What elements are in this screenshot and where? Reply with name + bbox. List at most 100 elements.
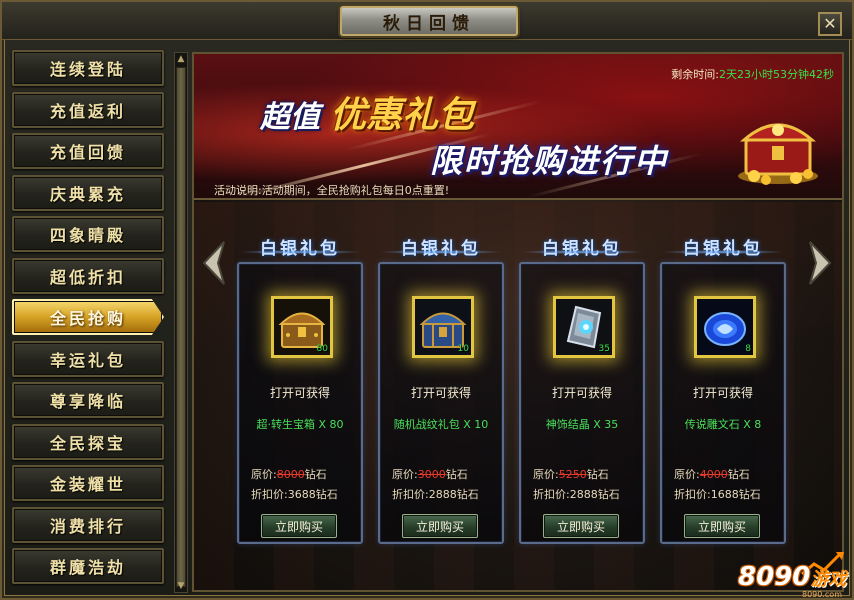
- next-page-arrow-icon[interactable]: [806, 240, 834, 286]
- sidebar-item-label: 庆典累充: [49, 184, 126, 204]
- sidebar-item-label: 消费排行: [49, 516, 126, 536]
- sidebar-item[interactable]: 超低折扣: [12, 257, 164, 294]
- original-price-unit: 钻石: [445, 468, 468, 481]
- sidebar-item[interactable]: 幸运礼包: [12, 340, 164, 377]
- sidebar-item-label: 连续登陆: [49, 60, 126, 79]
- reward-item-name: 随机战纹礼包 X 10: [393, 418, 489, 431]
- sidebar-item-label: 群魔浩劫: [49, 558, 126, 577]
- item-count: 8: [745, 344, 751, 354]
- event-window: 秋日回馈 ✕ 连续登陆 充值返利 充值回馈 庆典累充 四象睛殿 超低折扣 全民抢购 幸运礼包尊…: [0, 0, 854, 600]
- discount-price: 折扣价:2888钻石: [533, 486, 620, 502]
- original-price-unit: 钻石: [586, 468, 609, 481]
- buy-now-button[interactable]: 立即购买: [261, 514, 337, 538]
- sidebar-item[interactable]: 金装耀世: [12, 465, 164, 501]
- discount-price: 折扣价:2888钻石: [392, 486, 479, 502]
- reward-item-slot[interactable]: 80: [271, 296, 333, 358]
- promo-banner: 剩余时间:2天23小时53分钟42秒 超值 优惠礼包 限时抢购进行中 活动说明:…: [194, 54, 842, 200]
- discount-price: 折扣价:3688钻石: [251, 486, 338, 502]
- package-card: 8 打开可获得 传说雕文石 X 8 原价:4000钻石 折扣价:1688钻石 立即购买: [660, 262, 786, 544]
- original-price-value: 5250: [558, 468, 587, 481]
- original-price-label: 原价:: [533, 468, 559, 481]
- item-count: 35: [598, 344, 610, 354]
- reward-item-name: 传说雕文石 X 8: [684, 418, 762, 431]
- original-price-value: 8000: [276, 468, 305, 481]
- open-to-get-label: 打开可获得: [269, 386, 330, 400]
- headline-gold-text: 优惠礼包: [330, 95, 475, 136]
- sidebar-item[interactable]: 全民抢购: [12, 299, 164, 335]
- card-title: 白银礼包: [683, 239, 763, 259]
- open-to-get-label: 打开可获得: [410, 386, 471, 400]
- original-price-label: 原价:: [251, 468, 277, 481]
- close-button[interactable]: ✕: [818, 12, 842, 36]
- activity-description: 活动说明:活动期间，全民抢购礼包每日0点重置!: [214, 182, 449, 198]
- buy-now-button[interactable]: 立即购买: [402, 514, 478, 538]
- open-to-get-label: 打开可获得: [551, 386, 612, 400]
- original-price-label: 原价:: [674, 468, 700, 481]
- open-to-get-label: 打开可获得: [692, 386, 753, 400]
- card-title: 白银礼包: [401, 239, 481, 259]
- discount-price-label: 折扣价:: [392, 488, 429, 501]
- scroll-up-icon[interactable]: ▲: [175, 53, 187, 65]
- card-title-glow-decoration: [661, 250, 785, 254]
- sidebar-item-label: 充值返利: [49, 101, 126, 121]
- original-price-label: 原价:: [392, 468, 418, 481]
- card-title: 白银礼包: [260, 239, 340, 259]
- buy-now-button[interactable]: 立即购买: [543, 514, 619, 538]
- original-price: 原价:8000钻石: [251, 466, 327, 482]
- sidebar-item-label: 超低折扣: [49, 267, 126, 287]
- sidebar-item[interactable]: 连续登陆: [12, 50, 164, 86]
- discount-price-value: 1688钻石: [710, 488, 761, 501]
- site-watermark: 8090游戏: [738, 562, 846, 592]
- discount-price-value: 2888钻石: [428, 488, 479, 501]
- package-card: 10 打开可获得随机战纹礼包 X 10 原价:3000钻石 折扣价:2888钻石立即购…: [378, 262, 504, 544]
- scroll-thumb[interactable]: [176, 67, 186, 587]
- sidebar-scrollbar[interactable]: ▲ ▼: [174, 52, 188, 593]
- package-card: 80 打开可获得超·转生宝箱 X 80 原价:8000钻石 折扣价:3688钻石立即购…: [237, 262, 363, 544]
- original-price-unit: 钻石: [727, 468, 750, 481]
- discount-price-value: 3688钻石: [287, 488, 338, 501]
- sidebar-item[interactable]: 群魔浩劫: [12, 548, 164, 584]
- original-price: 原价:3000钻石: [392, 466, 468, 482]
- remaining-time-value: 2天23小时53分钟42秒: [719, 68, 834, 81]
- sidebar-item[interactable]: 四象睛殿: [12, 216, 164, 252]
- original-price: 原价:5250钻石: [533, 466, 609, 482]
- card-title-glow-decoration: [238, 250, 362, 254]
- reward-item-slot[interactable]: 35: [553, 296, 615, 358]
- sidebar-item-label: 全民探宝: [49, 433, 126, 453]
- original-price: 原价:4000钻石: [674, 466, 750, 482]
- reward-item-name: 超·转生宝箱 X 80: [256, 418, 344, 431]
- original-price-value: 4000: [699, 468, 728, 481]
- main-panel: 剩余时间:2天23小时53分钟42秒 超值 优惠礼包 限时抢购进行中 活动说明:…: [192, 52, 844, 592]
- item-count: 10: [457, 344, 469, 354]
- headline-primary: 超值 优惠礼包: [260, 86, 474, 138]
- discount-price-label: 折扣价:: [251, 488, 288, 501]
- reward-item-name: 神饰结晶 X 35: [545, 418, 619, 431]
- discount-price: 折扣价:1688钻石: [674, 486, 761, 502]
- card-title: 白银礼包: [542, 239, 622, 259]
- package-card-area: 白银礼包 80 打开可获得 超·转生宝箱 X 80 原价:8000钻石 折扣价:3688钻…: [194, 202, 842, 590]
- sidebar-item[interactable]: 消费排行: [12, 506, 164, 543]
- scroll-down-icon[interactable]: ▼: [175, 580, 187, 592]
- sidebar-item[interactable]: 尊享降临: [12, 382, 164, 418]
- sidebar-item[interactable]: 充值返利: [12, 91, 164, 128]
- item-count: 80: [316, 344, 328, 354]
- prev-page-arrow-icon[interactable]: [200, 240, 228, 286]
- event-sidebar: 连续登陆充值返利充值回馈庆典累充四象睛殿超低折扣全民抢购幸运礼包尊享降临全民探宝…: [12, 50, 166, 595]
- package-card: 35 打开可获得 神饰结晶 X 35 原价:5250钻石 折扣价:2888钻石 立即购买: [519, 262, 645, 544]
- remaining-time: 剩余时间:2天23小时53分钟42秒: [671, 66, 834, 82]
- close-icon: ✕: [823, 14, 837, 33]
- discount-price-label: 折扣价:: [533, 488, 570, 501]
- reward-item-slot[interactable]: 8: [694, 296, 756, 358]
- headline-white-text: 超值: [260, 100, 320, 135]
- remaining-time-label: 剩余时间:: [671, 68, 719, 81]
- watermark-brand-cn: 游戏: [810, 569, 847, 590]
- sidebar-item[interactable]: 充值回馈: [12, 133, 164, 169]
- sidebar-item[interactable]: 全民探宝: [12, 423, 164, 460]
- gold-chest-icon: [738, 123, 818, 185]
- sidebar-item-label: 金装耀世: [49, 475, 126, 494]
- sidebar-item[interactable]: 庆典累充: [12, 174, 164, 211]
- sidebar-item-label: 幸运礼包: [49, 350, 126, 370]
- buy-now-button[interactable]: 立即购买: [684, 514, 760, 538]
- reward-item-slot[interactable]: 10: [412, 296, 474, 358]
- card-title-glow-decoration: [520, 250, 644, 254]
